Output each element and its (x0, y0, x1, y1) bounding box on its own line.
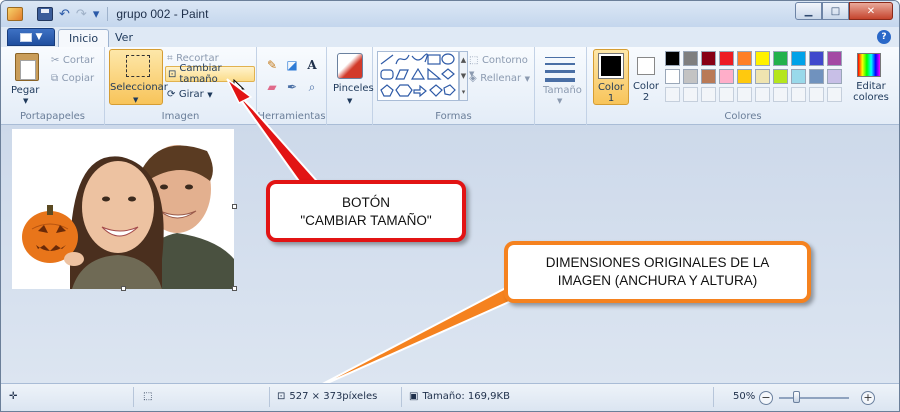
paint-window: ↶ ↷ ▾ grupo 002 - Paint ▁ □ ✕ ▼ Inicio V… (0, 0, 900, 412)
zoom-out-button[interactable]: − (759, 391, 773, 405)
file-size-text: Tamaño: 169,9KB (422, 391, 510, 402)
image-size-icon: ⊡ (277, 391, 286, 402)
zoom-slider-thumb[interactable] (793, 391, 800, 403)
callout-boton-cambiar-tamano: BOTÓN "CAMBIAR TAMAÑO" (266, 180, 466, 242)
status-separator (401, 387, 402, 407)
callout-dim-line2: IMAGEN (ANCHURA Y ALTURA) (557, 273, 758, 288)
status-separator (713, 387, 714, 407)
callout-dimensiones: DIMENSIONES ORIGINALES DE LA IMAGEN (ANC… (504, 241, 811, 303)
disk-icon: ▣ (409, 391, 419, 402)
status-separator (133, 387, 134, 407)
callout-dim-line1: DIMENSIONES ORIGINALES DE LA (545, 255, 770, 270)
status-separator (269, 387, 270, 407)
zoom-slider-track[interactable] (779, 397, 849, 399)
selection-size-icon: ⬚ (143, 391, 153, 402)
zoom-level: 50% (733, 391, 756, 402)
image-dimensions-text: 527 × 373píxeles (289, 391, 378, 402)
status-bar: ✛ ⬚ ⊡ 527 × 373píxeles ▣ Tamaño: 169,9KB… (1, 383, 899, 411)
image-dimensions: ⊡ 527 × 373píxeles (277, 391, 377, 402)
file-size: ▣ Tamaño: 169,9KB (409, 391, 510, 402)
callout-boton-line1: BOTÓN (341, 195, 390, 210)
cursor-position-icon: ✛ (9, 391, 18, 402)
callout-boton-line2: "CAMBIAR TAMAÑO" (300, 213, 432, 228)
zoom-in-button[interactable]: + (861, 391, 875, 405)
